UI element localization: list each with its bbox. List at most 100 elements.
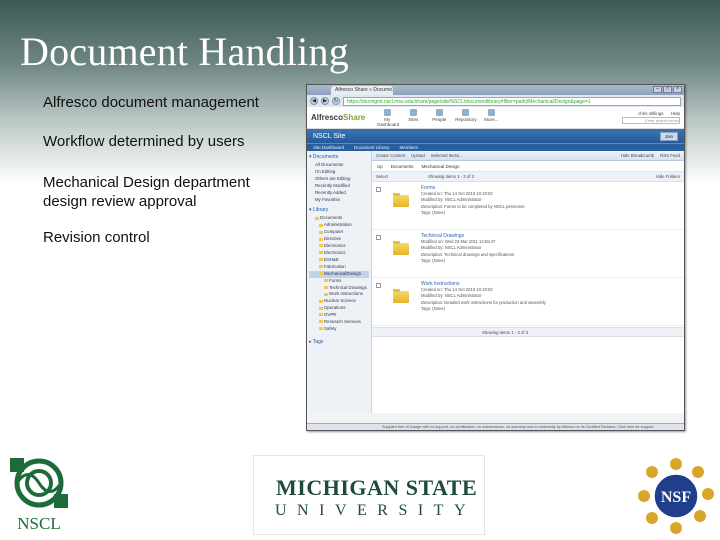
select-menu[interactable]: Select <box>376 174 388 179</box>
bullet-item: Workflow determined by users <box>43 133 245 150</box>
back-icon[interactable]: ◀ <box>310 97 318 105</box>
pager-bottom: Showing items 1 - 3 of 3 <box>372 327 684 337</box>
folder-item[interactable]: Administration <box>309 222 369 229</box>
list-item[interactable]: Work Instructions Created on: Thu 14 Oct… <box>372 278 684 326</box>
address-bar[interactable]: https://docmgmt.nscl.msu.edu/share/page/… <box>343 96 681 106</box>
sidebar-item[interactable]: Recently Modified <box>309 183 369 190</box>
bullet-item: Revision control <box>43 229 150 246</box>
help-link[interactable]: Help <box>671 111 680 116</box>
item-description: Description: Forms to be completed by NS… <box>421 203 525 209</box>
folder-icon <box>319 327 323 331</box>
folder-item[interactable]: Research Services <box>309 319 369 326</box>
sidebar-item[interactable]: All Documents <box>309 162 369 169</box>
folder-icon <box>315 216 319 220</box>
list-item[interactable]: Technical Drawings Modified on: Wed 23 M… <box>372 230 684 278</box>
rss-feed-button[interactable]: RSS Feed <box>660 153 680 158</box>
item-tags: Tags: (None) <box>421 209 445 215</box>
item-meta: Work Instructions Created on: Thu 14 Oct… <box>421 281 546 322</box>
item-meta: Forms Created on: Thu 14 Oct 2010 10:19:… <box>421 185 524 226</box>
nav-sites[interactable]: Sites <box>403 109 423 127</box>
pager-top: Select Showing items 1 - 3 of 3 Hide Fol… <box>372 172 684 182</box>
folder-item[interactable]: Safety <box>309 326 369 333</box>
svg-text:NSF: NSF <box>661 489 691 506</box>
folder-item[interactable]: Electronics <box>309 243 369 250</box>
folder-item[interactable]: Electronics <box>309 250 369 257</box>
folder-icon <box>319 258 323 262</box>
crumb-current: Mechanical Design <box>421 163 460 169</box>
sidebar-item[interactable]: My Favorites <box>309 197 369 204</box>
app-logo[interactable]: AlfrescoShare <box>311 113 365 122</box>
crumb-documents[interactable]: Documents <box>391 164 414 169</box>
status-bar: Supplied free of charge with no support,… <box>307 423 684 430</box>
row-checkbox[interactable] <box>376 283 381 288</box>
item-description: Description: Detailed work instructions … <box>421 299 546 305</box>
sidebar-library-header[interactable]: ▾ Library <box>309 207 369 213</box>
folder-item[interactable]: Computer <box>309 229 369 236</box>
tab-members[interactable]: Members <box>400 144 419 151</box>
status-text: Supplied free of charge with no support,… <box>382 425 655 429</box>
user-menu[interactable]: chris stillings <box>638 111 664 116</box>
msu-logo: MICHIGAN STATE UNIVERSITY <box>253 455 485 535</box>
sidebar-documents-header[interactable]: ▾ Documents <box>309 154 369 160</box>
window-controls: – □ × <box>653 86 682 93</box>
sidebar-item[interactable]: I'm Editing <box>309 169 369 176</box>
selected-items-button[interactable]: Selected Items... <box>431 153 463 158</box>
search-input[interactable]: Enter search terms <box>622 117 680 124</box>
nav-people[interactable]: People <box>429 109 449 127</box>
site-nav: Site Dashboard Document Library Members <box>307 143 684 151</box>
reload-icon[interactable]: ↻ <box>332 97 340 105</box>
site-title: NSCL Site <box>313 132 346 140</box>
folder-icon <box>319 320 323 324</box>
folder-icon <box>319 237 323 241</box>
site-title-bar: NSCL Site Join <box>307 129 684 143</box>
folder-item[interactable]: Operations <box>309 305 369 312</box>
msu-wordmark-line1: MICHIGAN STATE <box>276 475 478 500</box>
folder-item[interactable]: ESH&E <box>309 257 369 264</box>
folder-item[interactable]: OVPR <box>309 312 369 319</box>
nav-repository[interactable]: Repository <box>455 109 477 127</box>
close-icon[interactable]: × <box>673 86 682 93</box>
hide-breadcrumb-button[interactable]: Hide Breadcrumb <box>621 153 654 158</box>
maximize-icon[interactable]: □ <box>663 86 672 93</box>
nav-my-dashboard[interactable]: My Dashboard <box>377 109 399 127</box>
row-checkbox[interactable] <box>376 235 381 240</box>
folder-item[interactable]: Work Instructions <box>309 291 369 298</box>
item-meta: Technical Drawings Modified on: Wed 23 M… <box>421 233 514 274</box>
folder-item[interactable]: Directive <box>309 236 369 243</box>
upload-button[interactable]: Upload <box>411 153 425 158</box>
list-item[interactable]: Forms Created on: Thu 14 Oct 2010 10:19:… <box>372 182 684 230</box>
up-button[interactable]: Up <box>377 164 383 169</box>
sidebar-tags-header[interactable]: ▸ Tags <box>309 339 369 345</box>
doc-toolbar: Create Content Upload Selected Items... … <box>372 151 684 161</box>
folder-item[interactable]: Forms <box>309 278 369 285</box>
folder-icon <box>319 251 323 255</box>
folder-icon <box>319 272 323 276</box>
user-box: chris stillings Help Enter search terms <box>622 111 680 124</box>
folder-icon <box>393 289 409 303</box>
nav-more[interactable]: More... <box>481 109 501 127</box>
forward-icon[interactable]: ▶ <box>321 97 329 105</box>
tab-site-dashboard[interactable]: Site Dashboard <box>313 144 344 151</box>
hide-folders-button[interactable]: Hide Folders <box>656 174 680 179</box>
row-checkbox[interactable] <box>376 187 381 192</box>
browser-title-bar: Alfresco Share » Docume... – □ × <box>307 85 684 95</box>
item-description: Description: Technical drawings and spec… <box>421 251 515 257</box>
folder-item[interactable]: Technical Drawings <box>309 285 369 292</box>
folder-item[interactable]: Fabrication <box>309 264 369 271</box>
sidebar-item[interactable]: Others are Editing <box>309 176 369 183</box>
create-content-button[interactable]: Create Content <box>376 153 405 158</box>
folder-icon <box>393 241 409 255</box>
folder-item-selected[interactable]: Mechanical/Design <box>309 270 369 278</box>
tab-document-library[interactable]: Document Library <box>354 144 390 151</box>
folder-icon <box>324 292 328 296</box>
join-button[interactable]: Join <box>659 131 678 141</box>
breadcrumb: Up Documents Mechanical Design <box>372 161 684 172</box>
folder-item[interactable]: Documents <box>309 215 369 222</box>
minimize-icon[interactable]: – <box>653 86 662 93</box>
sidebar-item[interactable]: Recently Added <box>309 190 369 197</box>
folder-item[interactable]: Nuclear Science <box>309 298 369 305</box>
pager-text: Showing items 1 - 3 of 3 <box>427 174 475 179</box>
body-area: ▾ Documents All Documents I'm Editing Ot… <box>307 151 684 413</box>
folder-icon <box>393 193 409 207</box>
browser-tab[interactable]: Alfresco Share » Docume... <box>331 86 393 95</box>
